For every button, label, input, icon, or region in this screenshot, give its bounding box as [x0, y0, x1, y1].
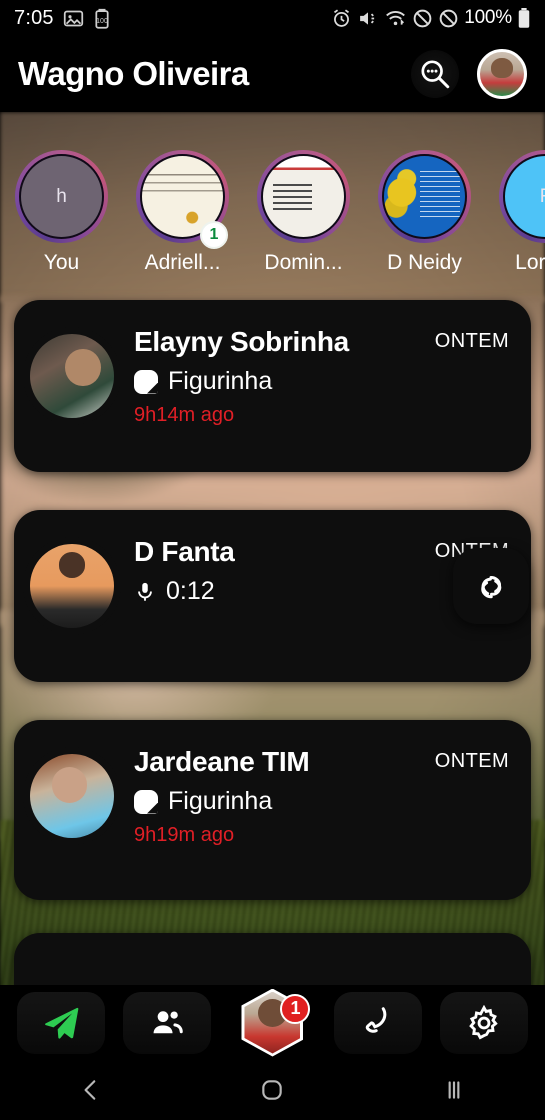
- wifi-icon: [384, 8, 407, 29]
- android-navigation-bar: [0, 1060, 545, 1120]
- chat-name: D Fanta: [134, 536, 235, 567]
- chat-name: Elayny Sobrinha: [134, 326, 349, 357]
- story-thumbnail: h: [19, 154, 104, 239]
- story-unread-badge: 1: [200, 221, 228, 249]
- chat-date-label: ONTEM: [434, 330, 509, 352]
- image-icon: [63, 8, 84, 29]
- story-thumbnail: F: [503, 154, 545, 239]
- chat-preview: Figurinha: [134, 787, 425, 816]
- chat-relative-time: 9h14m ago: [134, 404, 235, 426]
- chat-preview: Figurinha: [134, 367, 425, 396]
- status-bar-left: 7:05 100: [14, 7, 111, 30]
- story-ring: [378, 150, 471, 243]
- battery-percent: 100%: [464, 7, 512, 28]
- battery-saver-icon: 100: [93, 8, 111, 29]
- android-home-button[interactable]: [217, 1060, 327, 1120]
- home-icon: [259, 1077, 285, 1103]
- sticker-icon: [134, 789, 158, 814]
- chat-preview-text: Figurinha: [168, 367, 273, 395]
- stories-row[interactable]: h You 1 Adriell... Domin... D Neidy Lor: [0, 150, 545, 285]
- sticker-icon: [134, 369, 158, 394]
- nav-messages-button[interactable]: [16, 991, 105, 1054]
- avatar: [30, 334, 114, 418]
- send-plane-icon: [41, 1003, 81, 1043]
- chat-row-body: Jardeane TIM Figurinha 9h19m ago: [134, 742, 425, 847]
- chat-relative-time: 9h19m ago: [134, 824, 235, 846]
- story-ring: F: [499, 150, 545, 243]
- avatar: [30, 754, 114, 838]
- nav-unread-badge: 1: [280, 993, 311, 1024]
- loop-refresh-icon: [470, 565, 512, 607]
- page-title: Wagno Oliveira: [18, 55, 249, 92]
- svg-text:100: 100: [96, 17, 108, 24]
- bottom-navigation: 1: [0, 985, 545, 1060]
- chat-name: Jardeane TIM: [134, 746, 310, 777]
- chat-preview-text: Figurinha: [168, 787, 273, 815]
- search-chat-icon: [418, 57, 452, 91]
- story-avatar-letter: h: [56, 185, 67, 207]
- microphone-icon: [134, 579, 156, 605]
- android-back-button[interactable]: [36, 1060, 146, 1120]
- story-item-domin[interactable]: Domin...: [256, 150, 351, 285]
- profile-avatar[interactable]: [477, 49, 527, 99]
- status-clock: 7:05: [14, 6, 54, 29]
- story-label: D Neidy: [387, 251, 462, 274]
- settings-gear-icon: [466, 1004, 502, 1041]
- search-button[interactable]: [411, 50, 459, 98]
- status-bar-right: 100%: [331, 7, 531, 29]
- nav-profile-button[interactable]: 1: [228, 988, 316, 1057]
- chat-preview: 0:12: [134, 577, 425, 606]
- nav-settings-button[interactable]: [440, 991, 529, 1054]
- phone-screen: 7:05 100 100% Wagno Oliveira h You 1 Adr…: [0, 0, 545, 1120]
- chat-row-elayny-sobrinha[interactable]: Elayny Sobrinha Figurinha 9h14m ago ONTE…: [14, 300, 531, 472]
- app-header: Wagno Oliveira: [0, 36, 545, 112]
- story-label: Adriell...: [144, 251, 221, 274]
- contacts-icon: [148, 1004, 186, 1042]
- story-ring: [257, 150, 350, 243]
- chat-date-label: ONTEM: [434, 750, 509, 772]
- story-item-lorran[interactable]: F Lorran: [498, 150, 545, 285]
- story-item-you[interactable]: h You: [14, 150, 109, 285]
- alarm-icon: [331, 8, 352, 29]
- refresh-fab-button[interactable]: [453, 548, 529, 624]
- story-ring: h: [15, 150, 108, 243]
- story-avatar-letter: F: [540, 186, 545, 208]
- story-item-adriell[interactable]: 1 Adriell...: [135, 150, 230, 285]
- story-label: Lorran: [515, 251, 545, 274]
- blocked-icon: [438, 8, 459, 29]
- phone-icon: [360, 1005, 396, 1041]
- recents-icon: [441, 1077, 467, 1103]
- story-label: You: [43, 251, 80, 274]
- battery-icon: [517, 7, 531, 29]
- chat-row-body: Elayny Sobrinha Figurinha 9h14m ago: [134, 322, 425, 427]
- nav-contacts-button[interactable]: [122, 991, 211, 1054]
- back-icon: [78, 1077, 104, 1103]
- android-recents-button[interactable]: [399, 1060, 509, 1120]
- chat-row-body: D Fanta 0:12: [134, 532, 425, 606]
- story-item-d-neidy[interactable]: D Neidy: [377, 150, 472, 285]
- avatar: [30, 544, 114, 628]
- nav-calls-button[interactable]: [334, 991, 423, 1054]
- status-bar: 7:05 100 100%: [0, 0, 545, 36]
- story-thumbnail: [382, 154, 467, 239]
- story-label: Domin...: [264, 251, 343, 274]
- story-thumbnail: [261, 154, 346, 239]
- vibrate-mute-icon: [357, 8, 379, 29]
- do-not-disturb-icon: [412, 8, 433, 29]
- chat-row-jardeane-tim[interactable]: Jardeane TIM Figurinha 9h19m ago ONTEM: [14, 720, 531, 900]
- chat-preview-text: 0:12: [166, 577, 215, 605]
